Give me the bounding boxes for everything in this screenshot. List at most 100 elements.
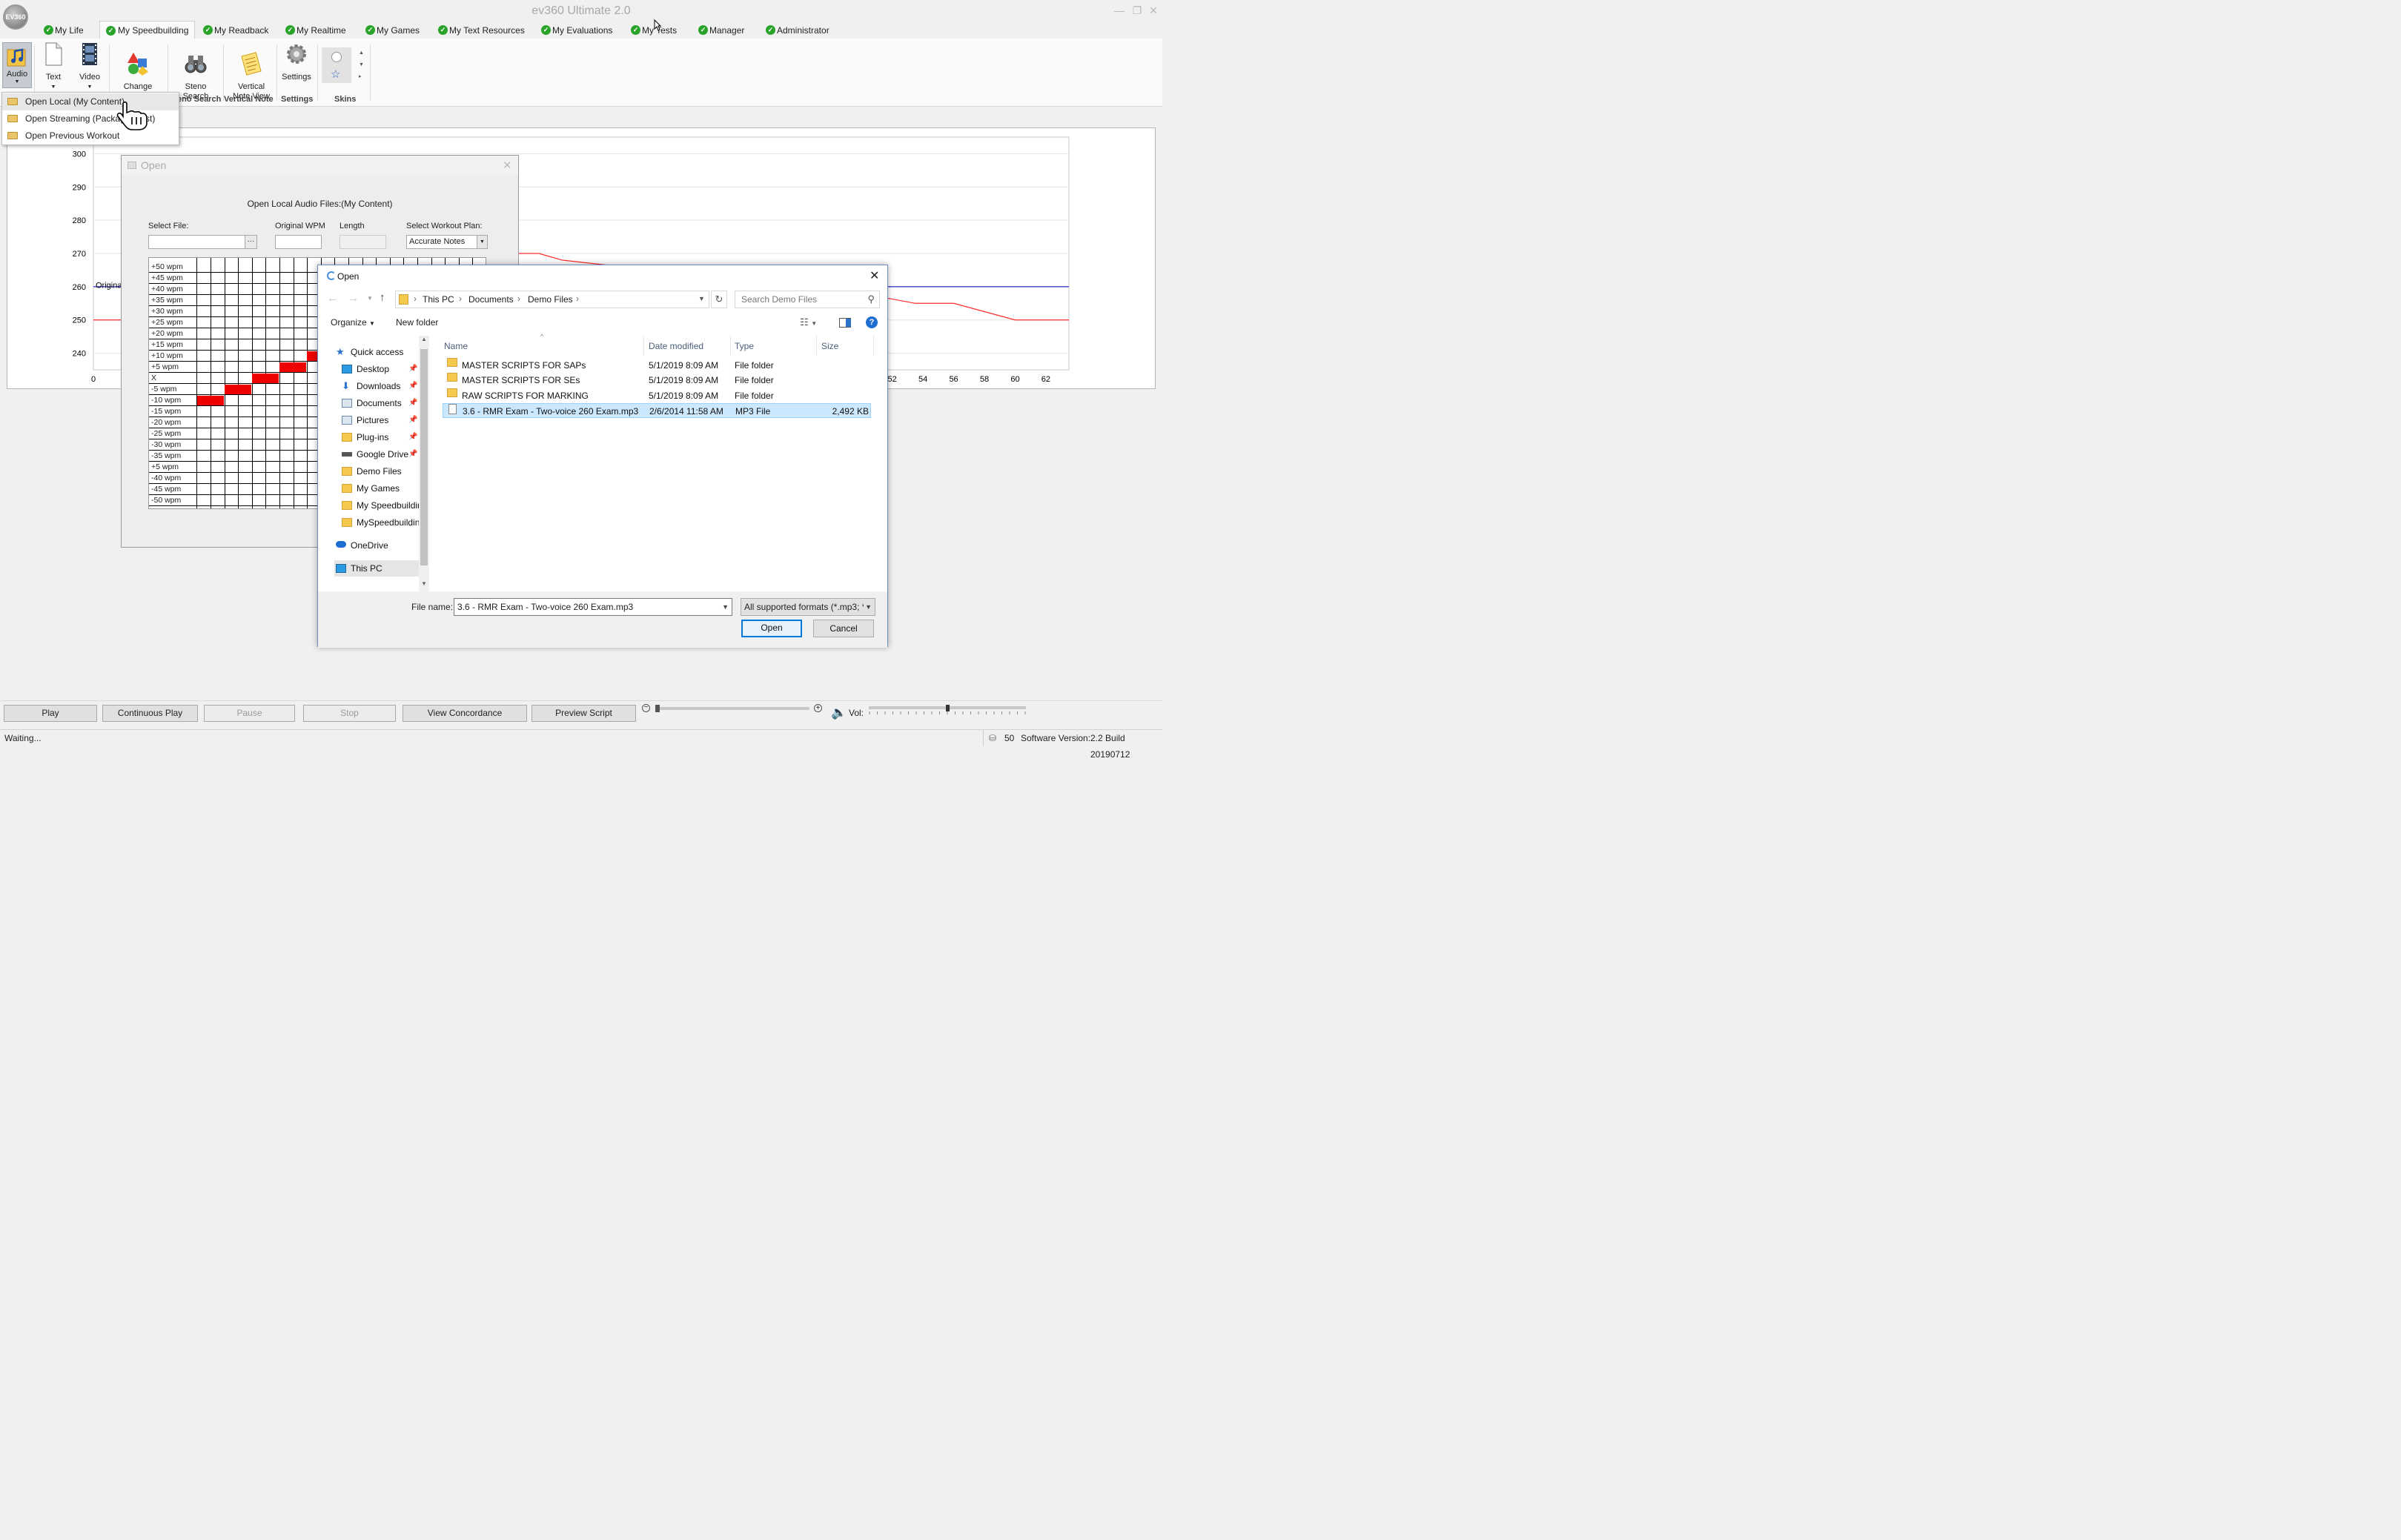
tab-my-readback[interactable]: ✓ My Readback (202, 22, 268, 39)
chevron-down-icon[interactable]: ▼ (477, 236, 487, 248)
tab-my-realtime[interactable]: ✓ My Realtime (285, 22, 346, 39)
settings-button[interactable]: Settings (279, 42, 314, 82)
nav-item-desktop[interactable]: Desktop 📌 (340, 361, 419, 377)
volume-slider[interactable] (869, 705, 1026, 711)
tab-manager[interactable]: ✓ Manager (698, 22, 744, 39)
menu-open-streaming[interactable]: Open Streaming (Packag st) (2, 110, 179, 127)
open-panel-close-icon[interactable]: ✕ (503, 159, 512, 172)
nav-item-myspeedbuildin[interactable]: MySpeedbuildin (340, 514, 419, 531)
tab-my-games[interactable]: ✓ My Games (365, 22, 420, 39)
breadcrumb[interactable]: › This PC › Documents › Demo Files › ▼ (395, 291, 709, 308)
breadcrumb-this-pc[interactable]: This PC (423, 294, 454, 305)
file-name-input[interactable]: 3.6 - RMR Exam - Two-voice 260 Exam.mp3 ▼ (454, 598, 732, 616)
pin-icon[interactable]: 📌 (408, 361, 417, 377)
preview-pane-icon[interactable] (839, 318, 851, 328)
workout-step-cell[interactable] (252, 374, 279, 383)
original-wpm-input[interactable] (275, 235, 322, 249)
scroll-down-icon[interactable]: ▼ (421, 580, 427, 587)
recent-locations-icon[interactable]: ▼ (367, 295, 373, 302)
speed-decrease-icon[interactable]: − (642, 704, 650, 712)
col-separator[interactable] (643, 336, 644, 355)
open-button[interactable]: Open (741, 620, 802, 637)
view-concordance-button[interactable]: View Concordance (403, 705, 527, 722)
scroll-up-icon[interactable]: ▲ (421, 336, 427, 342)
pin-icon[interactable]: 📌 (408, 412, 417, 428)
pause-button[interactable]: Pause (204, 705, 295, 722)
folder-row[interactable]: MASTER SCRIPTS FOR SEs 5/1/2019 8:09 AM Fi… (443, 373, 871, 388)
cancel-button[interactable]: Cancel (813, 620, 874, 637)
back-arrow-icon[interactable]: ← (327, 292, 338, 305)
nav-item-documents[interactable]: Documents 📌 (340, 395, 419, 411)
restore-button[interactable]: ❐ (1130, 4, 1145, 17)
tab-my-life[interactable]: ✓ My Life (43, 22, 84, 39)
select-file-input[interactable] (148, 235, 248, 249)
workout-plan-select[interactable]: Accurate Notes ▼ (406, 235, 488, 249)
workout-step-cell[interactable] (225, 385, 251, 394)
search-input[interactable]: Search Demo Files ⚲ (735, 291, 880, 308)
refresh-icon[interactable]: ↻ (711, 291, 727, 308)
volume-slider-thumb[interactable] (945, 705, 950, 711)
pin-icon[interactable]: 📌 (408, 378, 417, 394)
nav-item-onedrive[interactable]: OneDrive (334, 537, 419, 554)
forward-arrow-icon[interactable]: → (348, 292, 359, 305)
col-name[interactable]: Name (444, 338, 468, 354)
new-folder-button[interactable]: New folder (396, 317, 438, 328)
breadcrumb-demo-files[interactable]: Demo Files (528, 294, 573, 305)
tab-my-speedbuilding[interactable]: ✓ My Speedbuilding (99, 21, 196, 39)
play-button[interactable]: Play (4, 705, 97, 722)
folder-row[interactable]: RAW SCRIPTS FOR MARKING 5/1/2019 8:09 AM F… (443, 388, 871, 403)
col-type[interactable]: Type (735, 338, 754, 354)
pin-icon[interactable]: 📌 (408, 429, 417, 445)
close-button[interactable]: ✕ (1146, 4, 1161, 17)
folder-row[interactable]: MASTER SCRIPTS FOR SAPs 5/1/2019 8:09 AM F… (443, 358, 871, 373)
stop-button[interactable]: Stop (303, 705, 396, 722)
view-options-icon[interactable]: ☷ ▼ (800, 316, 817, 328)
chevron-down-icon[interactable]: ▼ (698, 295, 705, 302)
scroll-thumb[interactable] (420, 349, 428, 565)
menu-open-local[interactable]: Open Local (My Content) (2, 93, 179, 110)
nav-item-downloads[interactable]: ⬇ Downloads 📌 (340, 378, 419, 394)
continuous-play-button[interactable]: Continuous Play (102, 705, 198, 722)
nav-item-google-drive[interactable]: Google Drive 📌 (340, 446, 419, 462)
preview-script-button[interactable]: Preview Script (531, 705, 636, 722)
skins-scroll[interactable]: ▲ ▼ ▸ (359, 47, 364, 83)
col-separator[interactable] (816, 336, 817, 355)
minimize-button[interactable]: — (1112, 4, 1127, 16)
tab-administrator[interactable]: ✓ Administrator (765, 22, 829, 39)
skins-gallery[interactable]: ☆ (322, 47, 351, 83)
pin-icon[interactable]: 📌 (408, 395, 417, 411)
help-icon[interactable]: ? (866, 316, 878, 328)
file-row[interactable]: 3.6 - RMR Exam - Two-voice 260 Exam.mp3 2… (443, 403, 871, 418)
speed-slider[interactable] (655, 705, 809, 712)
nav-item-my-speedbuildir[interactable]: My Speedbuildir (340, 497, 419, 514)
col-size[interactable]: Size (821, 338, 838, 354)
browse-button[interactable]: ··· (245, 235, 257, 249)
nav-scrollbar[interactable]: ▲ ▼ (419, 336, 429, 591)
nav-item-my-games[interactable]: My Games (340, 480, 419, 497)
video-button[interactable]: Video ▼ (74, 42, 105, 92)
col-separator[interactable] (730, 336, 731, 355)
nav-item-pictures[interactable]: Pictures 📌 (340, 412, 419, 428)
skin-circle-icon[interactable] (331, 52, 342, 62)
col-date-modified[interactable]: Date modified (649, 338, 703, 354)
app-logo[interactable]: EV360 (3, 4, 28, 30)
menu-open-previous-workout[interactable]: Open Previous Workout (2, 127, 179, 145)
col-separator[interactable] (873, 336, 874, 355)
nav-item-quick-access[interactable]: ★ Quick access (334, 344, 419, 360)
tab-my-text-resources[interactable]: ✓ My Text Resources (437, 22, 525, 39)
organize-button[interactable]: Organize ▼ (331, 317, 375, 328)
nav-item-demo-files[interactable]: Demo Files (340, 463, 419, 479)
nav-item-this-pc[interactable]: This PC (334, 560, 419, 577)
file-type-filter[interactable]: All supported formats (*.mp3; * ▼ (741, 598, 875, 616)
dialog-close-icon[interactable]: ✕ (870, 268, 879, 283)
speed-slider-thumb[interactable] (655, 705, 660, 712)
tab-my-evaluations[interactable]: ✓ My Evaluations (540, 22, 612, 39)
workout-step-cell[interactable] (197, 396, 224, 405)
pin-icon[interactable]: 📌 (408, 446, 417, 462)
skin-star-icon[interactable]: ☆ (331, 67, 340, 81)
audio-button[interactable]: Audio ▼ (2, 42, 32, 88)
chevron-down-icon[interactable]: ▼ (722, 599, 729, 615)
nav-item-plug-ins[interactable]: Plug-ins 📌 (340, 429, 419, 445)
text-button[interactable]: Text ▼ (38, 42, 69, 92)
speed-increase-icon[interactable]: + (814, 704, 822, 712)
